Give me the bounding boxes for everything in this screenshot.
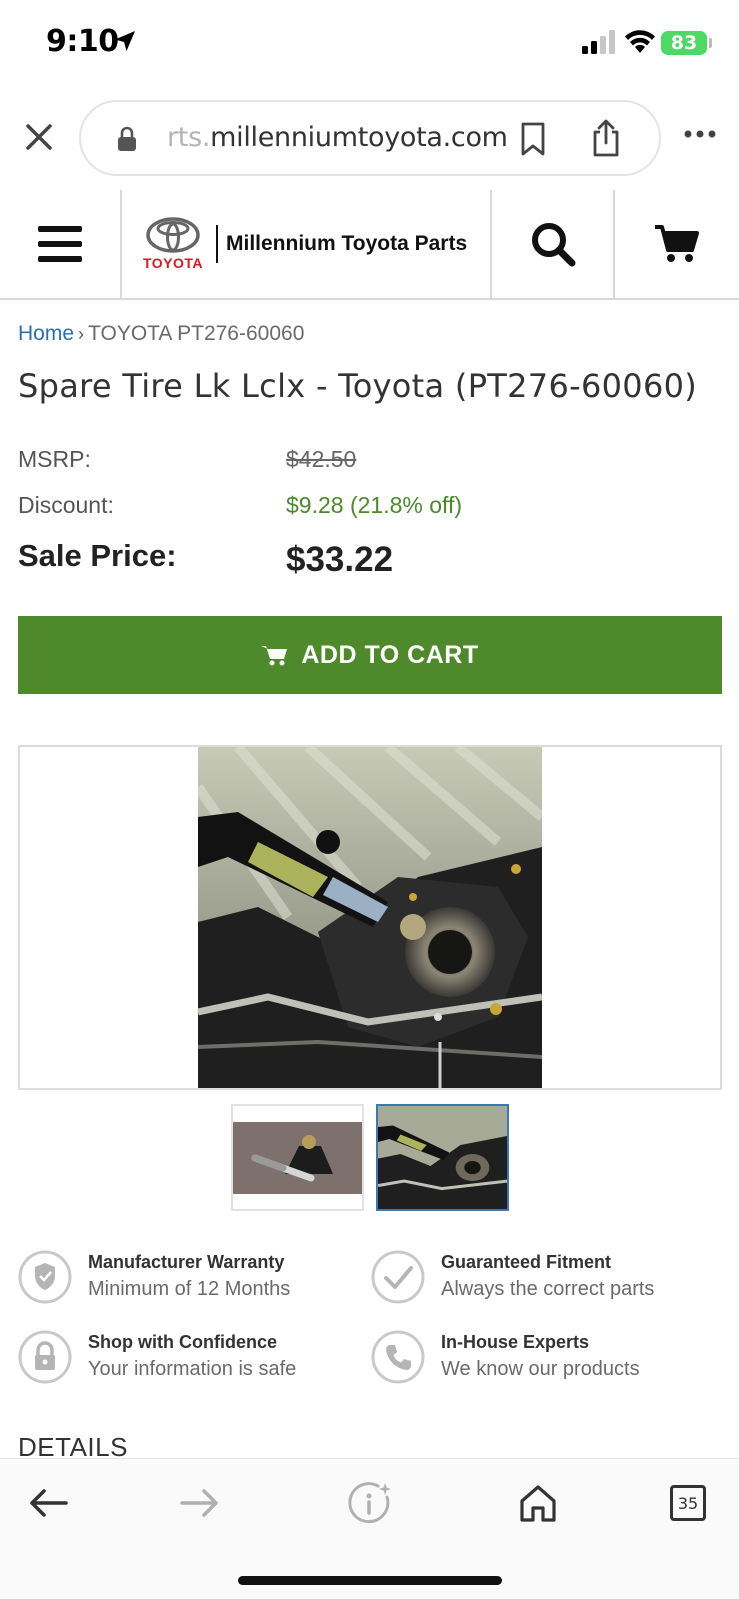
logo-separator (216, 225, 218, 263)
home-icon (520, 1485, 556, 1522)
feature-title: Shop with Confidence (88, 1332, 277, 1352)
battery-nub (709, 38, 712, 48)
lock-icon (18, 1330, 72, 1384)
breadcrumb: Home › TOYOTA PT276-60060 (18, 322, 304, 346)
more-options-icon[interactable] (683, 128, 717, 140)
breadcrumb-home-link[interactable]: Home (18, 322, 74, 345)
forward-button[interactable] (176, 1481, 224, 1525)
home-button[interactable] (514, 1481, 562, 1525)
hamburger-icon (38, 226, 82, 262)
site-header: TOYOTA Millennium Toyota Parts (0, 190, 739, 300)
feature-experts: In-House Experts We know our products (371, 1330, 711, 1392)
cart-icon (261, 646, 288, 666)
phone-icon (371, 1330, 425, 1384)
product-main-image (198, 747, 542, 1088)
tab-count: 35 (670, 1485, 706, 1521)
search-button[interactable] (492, 190, 615, 298)
battery-indicator: 83 (661, 31, 707, 55)
address-bar[interactable]: rts.millenniumtoyota.com (79, 100, 661, 176)
feature-title: Manufacturer Warranty (88, 1252, 285, 1272)
msrp-value: $42.50 (286, 446, 357, 472)
toyota-wordmark: TOYOTA (142, 255, 204, 271)
share-icon[interactable] (591, 118, 621, 158)
close-icon[interactable] (22, 120, 56, 154)
back-arrow-icon (30, 1489, 68, 1517)
url-text[interactable]: rts.millenniumtoyota.com (167, 122, 508, 153)
tabs-button[interactable]: 35 (664, 1481, 712, 1525)
feature-fitment: Guaranteed Fitment Always the correct pa… (371, 1250, 711, 1312)
battery-level: 83 (670, 32, 698, 54)
cart-button[interactable] (615, 190, 739, 298)
feature-warranty: Manufacturer Warranty Minimum of 12 Mont… (18, 1250, 358, 1312)
location-arrow-icon (115, 31, 135, 51)
thumbnail-2-selected[interactable] (376, 1104, 509, 1211)
add-to-cart-label: ADD TO CART (301, 640, 479, 669)
site-name: Millennium Toyota Parts (226, 232, 468, 255)
home-indicator (238, 1576, 502, 1585)
url-main-part: millenniumtoyota.com (210, 122, 508, 153)
info-button[interactable] (346, 1481, 394, 1525)
discount-label: Discount: (18, 492, 114, 518)
search-icon (531, 223, 575, 267)
lock-icon (118, 126, 136, 151)
feature-title: In-House Experts (441, 1332, 590, 1352)
feature-subtitle: Always the correct parts (441, 1278, 655, 1300)
feature-subtitle: Your information is safe (88, 1358, 297, 1380)
breadcrumb-separator: › (78, 324, 85, 344)
url-faded-part: rts. (167, 122, 211, 153)
sale-price-value: $33.22 (286, 540, 394, 579)
feature-confidence: Shop with Confidence Your information is… (18, 1330, 358, 1392)
menu-button[interactable] (0, 190, 122, 298)
feature-subtitle: We know our products (441, 1358, 640, 1380)
product-title: Spare Tire Lk Lclx - Toyota (PT276-60060… (18, 367, 698, 405)
browser-address-area: rts.millenniumtoyota.com (0, 98, 739, 178)
thumbnail-1[interactable] (231, 1104, 364, 1211)
add-to-cart-button[interactable]: ADD TO CART (18, 616, 722, 694)
site-logo[interactable]: TOYOTA Millennium Toyota Parts (122, 190, 492, 298)
msrp-label: MSRP: (18, 446, 91, 472)
product-image-viewer[interactable] (18, 745, 722, 1090)
thumbnail-image-1 (233, 1106, 362, 1209)
status-bar: 9:10 83 (0, 0, 739, 88)
sale-price-label: Sale Price: (18, 538, 177, 573)
status-time: 9:10 (46, 24, 119, 59)
toyota-logo: TOYOTA (140, 217, 206, 271)
wifi-icon (625, 30, 655, 53)
feature-title: Guaranteed Fitment (441, 1252, 612, 1272)
forward-arrow-icon (180, 1489, 218, 1517)
cellular-signal-icon (582, 30, 615, 54)
thumbnail-image-2 (378, 1106, 507, 1209)
info-sparkle-icon (348, 1482, 391, 1524)
breadcrumb-current: TOYOTA PT276-60060 (88, 322, 305, 345)
shield-icon (18, 1250, 72, 1304)
toyota-emblem-icon (146, 217, 200, 253)
check-icon (371, 1250, 425, 1304)
cart-icon (655, 225, 699, 262)
back-button[interactable] (24, 1481, 72, 1525)
discount-value: $9.28 (21.8% off) (286, 492, 463, 518)
feature-subtitle: Minimum of 12 Months (88, 1278, 291, 1300)
bookmark-icon[interactable] (519, 122, 547, 156)
